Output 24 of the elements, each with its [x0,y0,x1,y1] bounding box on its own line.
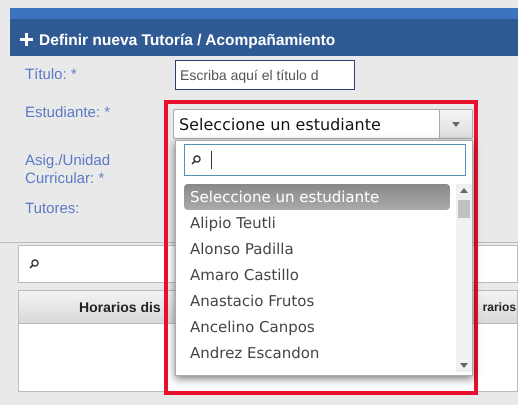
caret-icon[interactable] [452,122,460,126]
student-select[interactable]: Seleccione un estudiante [173,109,473,139]
panel-title: Definir nueva Tutoría / Acompañamiento [39,32,336,50]
search-icon [191,155,201,165]
column-header: rarios [482,300,516,314]
dropdown-search-field[interactable] [184,144,466,176]
student-option[interactable]: Amaro Castillo [184,262,450,288]
column-header: Horarios dis [79,299,161,315]
scrollbar[interactable] [456,184,472,372]
scroll-up-icon[interactable] [460,188,468,193]
scroll-thumb[interactable] [458,200,470,218]
student-option[interactable]: Anastacio Frutos [184,288,450,314]
scroll-down-icon[interactable] [460,363,468,368]
field-label: Asig./Unidad Curricular: * [25,152,112,188]
student-option[interactable]: Alipio Teutli [184,210,450,236]
field-label: Título: * [25,66,78,84]
student-option[interactable]: Andrez Escandon [184,340,450,366]
student-option[interactable]: Alonso Padilla [184,236,450,262]
plus-icon [20,33,33,46]
student-option[interactable]: Ancelino Canpos [184,314,450,340]
field-label: Tutores: [25,200,80,218]
search-icon [29,259,39,269]
title-input[interactable]: Escriba aquí el título d [175,60,355,90]
field-label: Estudiante: * [25,104,112,122]
